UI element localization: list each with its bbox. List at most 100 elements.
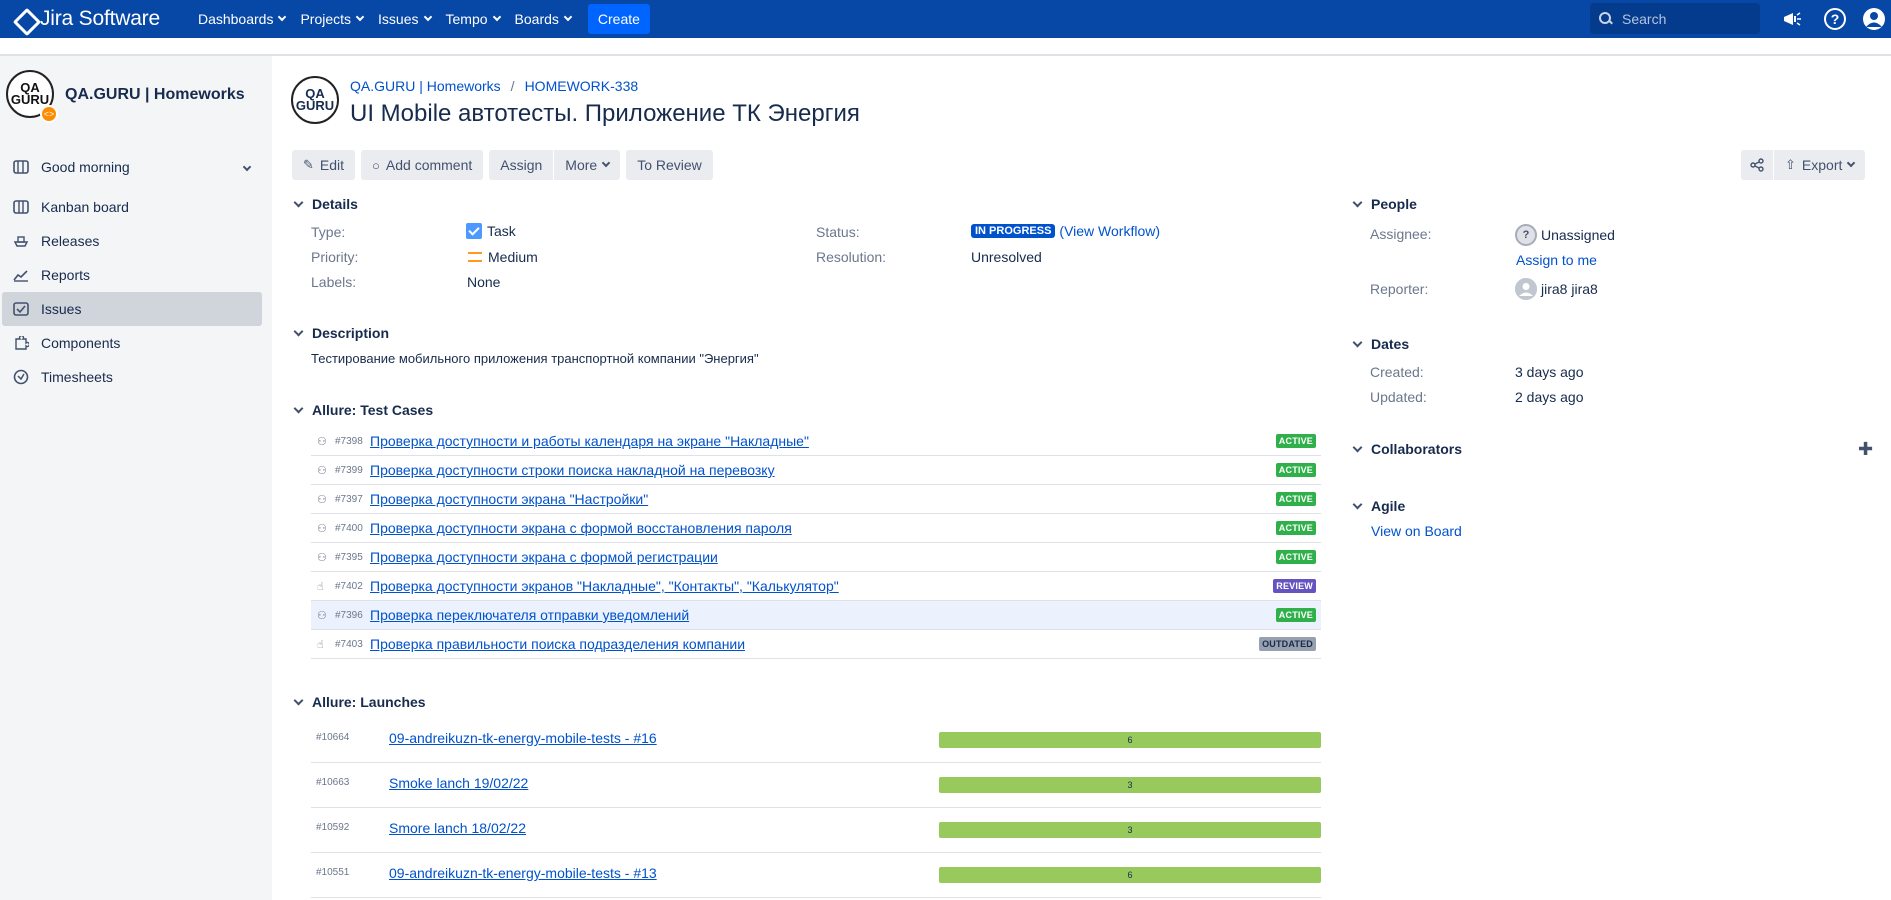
- table-row: #10551 09-andreikuzn-tk-energy-mobile-te…: [311, 853, 1321, 898]
- launch-result-bar[interactable]: 6: [939, 732, 1321, 748]
- assignee-name: Unassigned: [1541, 227, 1615, 243]
- chevron-down-icon[interactable]: [242, 162, 252, 172]
- section-title: Allure: Test Cases: [312, 402, 434, 418]
- launch-result-bar[interactable]: 3: [939, 777, 1321, 793]
- help-icon[interactable]: ?: [1824, 8, 1846, 30]
- assign-button[interactable]: Assign: [489, 150, 554, 180]
- reporter-name[interactable]: jira8 jira8: [1541, 281, 1598, 297]
- breadcrumb-issue-key-link[interactable]: HOMEWORK-338: [525, 78, 639, 94]
- test-cases-section-header[interactable]: Allure: Test Cases: [292, 402, 433, 418]
- type-label: Type:: [311, 224, 346, 240]
- sidebar-item-good-morning[interactable]: Good morning: [2, 150, 262, 184]
- reporter-value: jira8 jira8: [1515, 278, 1598, 300]
- sidebar-item-reports[interactable]: Reports: [2, 258, 262, 292]
- status-badge: ACTIVE: [1275, 550, 1316, 564]
- chevron-down-icon: [1847, 158, 1856, 168]
- launch-link[interactable]: 09-andreikuzn-tk-energy-mobile-tests - #…: [389, 730, 657, 746]
- test-case-link[interactable]: Проверка доступности экрана с формой вос…: [370, 520, 792, 536]
- collapse-toggle-icon[interactable]: [292, 327, 304, 339]
- breadcrumb-project-link[interactable]: QA.GURU | Homeworks: [350, 78, 501, 94]
- created-label: Created:: [1370, 364, 1424, 380]
- chevron-down-icon: [355, 12, 365, 22]
- launch-result-bar[interactable]: 3: [939, 822, 1321, 838]
- nav-dashboards[interactable]: Dashboards: [198, 11, 287, 27]
- sidebar-item-releases[interactable]: Releases: [2, 224, 262, 258]
- test-case-link[interactable]: Проверка доступности экранов "Накладные"…: [370, 578, 839, 594]
- add-collaborator-icon[interactable]: ✚: [1858, 439, 1873, 460]
- test-case-link[interactable]: Проверка доступности строки поиска накла…: [370, 462, 775, 478]
- launch-result-bar[interactable]: 6: [939, 867, 1321, 883]
- test-case-link[interactable]: Проверка доступности экрана с формой рег…: [370, 549, 718, 565]
- collapse-toggle-icon[interactable]: [1351, 338, 1363, 350]
- megaphone-icon[interactable]: [1781, 8, 1803, 30]
- assign-to-me-link[interactable]: Assign to me: [1516, 252, 1597, 268]
- status-badge: REVIEW: [1273, 579, 1316, 593]
- nav-issues[interactable]: Issues: [378, 11, 432, 27]
- view-on-board-link[interactable]: View on Board: [1371, 523, 1462, 539]
- share-icon: [1750, 158, 1764, 172]
- collapse-toggle-icon[interactable]: [1351, 443, 1363, 455]
- comment-icon: ○: [372, 157, 380, 173]
- status-badge[interactable]: IN PROGRESS: [971, 224, 1056, 238]
- share-button[interactable]: [1741, 150, 1773, 180]
- add-comment-button[interactable]: ○ Add comment: [361, 150, 484, 180]
- collapse-toggle-icon[interactable]: [292, 404, 304, 416]
- view-workflow-link[interactable]: (View Workflow): [1059, 223, 1160, 239]
- issue-project-avatar[interactable]: QA GURU: [291, 76, 339, 124]
- sidebar-item-issues[interactable]: Issues: [2, 292, 262, 326]
- labels-label: Labels:: [311, 274, 357, 290]
- details-section-header[interactable]: Details: [292, 196, 358, 212]
- edit-button[interactable]: ✎ Edit: [292, 150, 356, 180]
- nav-boards-label: Boards: [514, 11, 559, 27]
- project-name[interactable]: QA.GURU | Homeworks: [65, 86, 245, 104]
- search-input[interactable]: [1622, 10, 1742, 27]
- launch-link[interactable]: Smore lanch 18/02/22: [389, 820, 526, 836]
- agile-section-header[interactable]: Agile: [1351, 498, 1405, 514]
- page-title[interactable]: UI Mobile автотесты. Приложение ТК Энерг…: [350, 100, 860, 128]
- automated-test-icon: ⚇: [317, 435, 327, 448]
- collapse-toggle-icon[interactable]: [292, 696, 304, 708]
- description-text[interactable]: Тестирование мобильного приложения транс…: [311, 351, 759, 366]
- automated-test-icon: ⚇: [317, 609, 327, 622]
- chart-icon: [12, 268, 29, 283]
- collapse-toggle-icon[interactable]: [292, 198, 304, 210]
- sidebar-item-label: Kanban board: [41, 199, 129, 215]
- to-review-button[interactable]: To Review: [626, 150, 713, 180]
- list-item: ☝ #7402 Проверка доступности экранов "На…: [311, 572, 1321, 601]
- launches-section-header[interactable]: Allure: Launches: [292, 694, 426, 710]
- priority-label: Priority:: [311, 249, 359, 265]
- search-box[interactable]: [1590, 3, 1760, 34]
- project-type-badge-icon: <>: [40, 105, 58, 123]
- launch-link[interactable]: Smoke lanch 19/02/22: [389, 775, 528, 791]
- test-case-id: #7395: [335, 551, 363, 563]
- test-case-link[interactable]: Проверка доступности и работы календаря …: [370, 433, 809, 449]
- test-case-link[interactable]: Проверка переключателя отправки уведомле…: [370, 607, 689, 623]
- description-section-header[interactable]: Description: [292, 325, 389, 341]
- create-button[interactable]: Create: [587, 4, 650, 34]
- nav-projects[interactable]: Projects: [300, 11, 365, 27]
- jira-logo[interactable]: Jira Software: [14, 0, 198, 38]
- board-icon: [12, 200, 29, 215]
- nav-tempo[interactable]: Tempo: [446, 11, 501, 27]
- table-row: #10592 Smore lanch 18/02/22 3: [311, 808, 1321, 853]
- status-badge: ACTIVE: [1275, 608, 1316, 622]
- list-item: ⚇ #7397 Проверка доступности экрана "Нас…: [311, 485, 1321, 514]
- people-section-header[interactable]: People: [1351, 196, 1417, 212]
- sidebar-item-timesheets[interactable]: Timesheets: [2, 360, 262, 394]
- export-button[interactable]: ⇧ Export: [1774, 150, 1866, 180]
- dates-section-header[interactable]: Dates: [1351, 336, 1409, 352]
- collaborators-section-header[interactable]: Collaborators: [1351, 441, 1462, 457]
- section-title: Details: [312, 196, 358, 212]
- user-avatar-icon[interactable]: [1863, 8, 1885, 30]
- test-case-link[interactable]: Проверка правильности поиска подразделен…: [370, 636, 745, 652]
- test-case-link[interactable]: Проверка доступности экрана "Настройки": [370, 491, 648, 507]
- assignee-label: Assignee:: [1370, 226, 1432, 242]
- sidebar-item-components[interactable]: Components: [2, 326, 262, 360]
- launch-link[interactable]: 09-andreikuzn-tk-energy-mobile-tests - #…: [389, 865, 657, 881]
- export-button-label: Export: [1801, 157, 1843, 173]
- more-button[interactable]: More: [554, 150, 621, 180]
- sidebar-item-kanban-board[interactable]: Kanban board: [2, 190, 262, 224]
- collapse-toggle-icon[interactable]: [1351, 198, 1363, 210]
- nav-boards[interactable]: Boards: [514, 11, 573, 27]
- collapse-toggle-icon[interactable]: [1351, 500, 1363, 512]
